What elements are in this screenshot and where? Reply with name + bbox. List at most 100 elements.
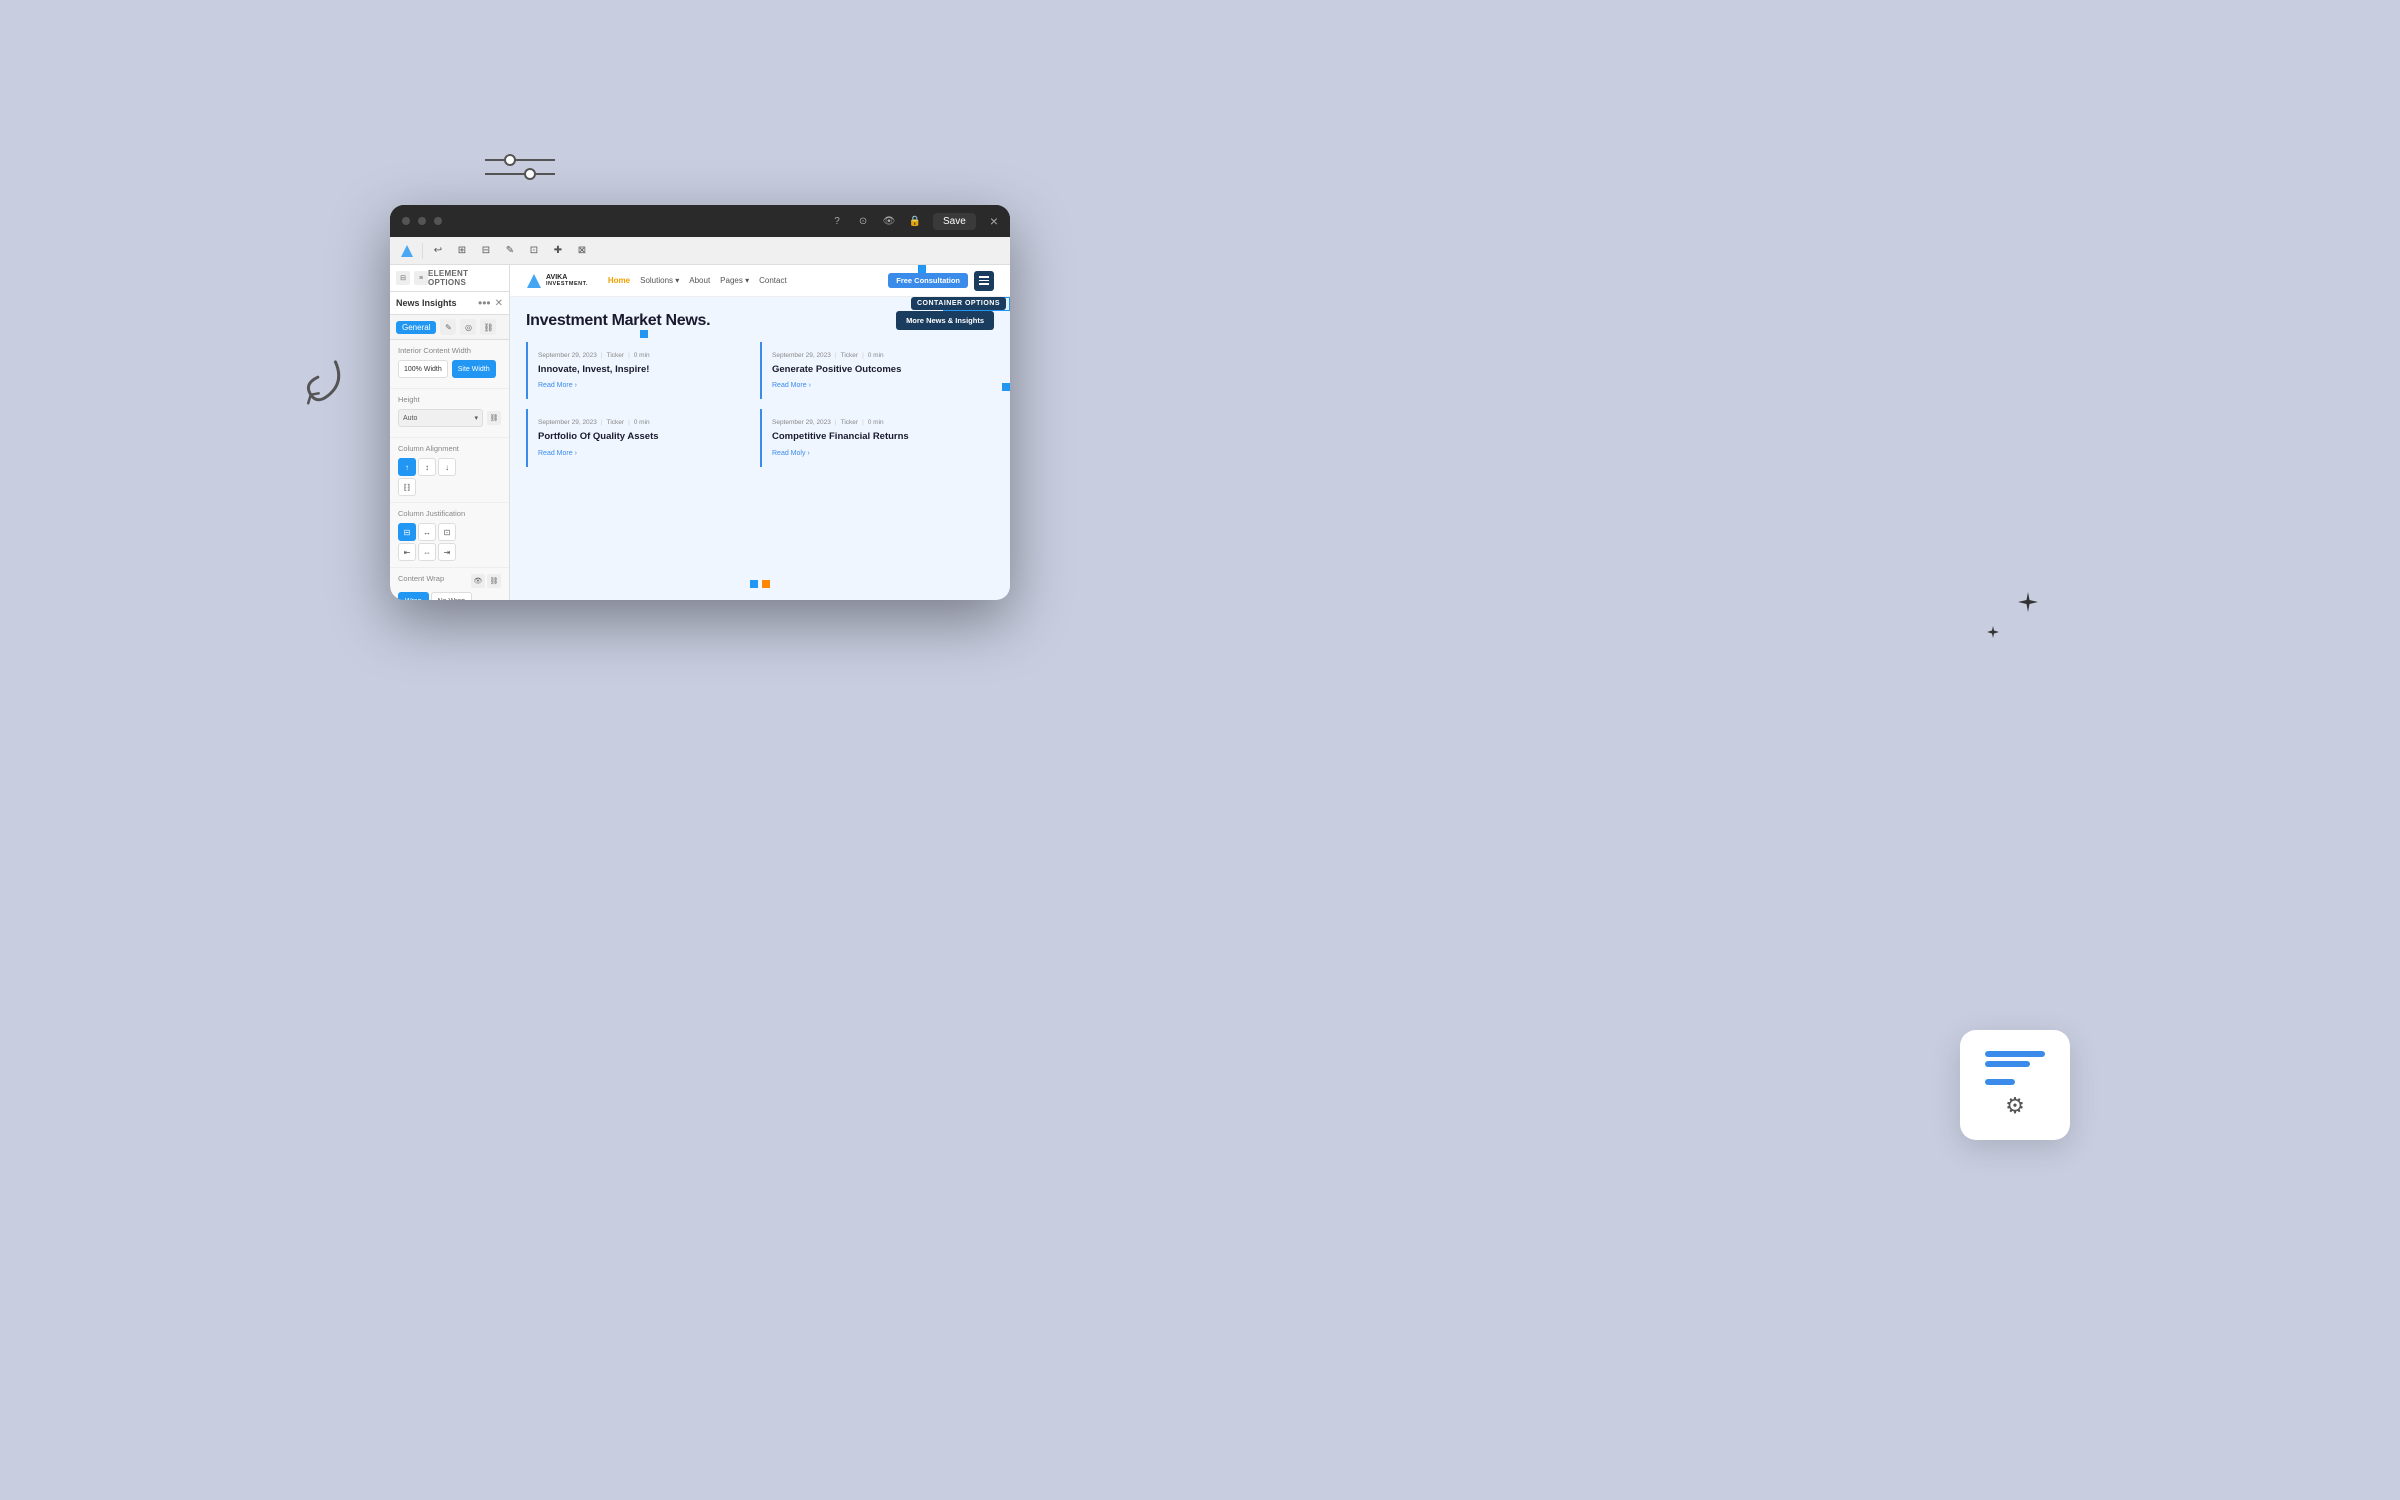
card-line-3 bbox=[1985, 1079, 2015, 1085]
option-100-width[interactable]: 100% Width bbox=[398, 360, 448, 378]
column-alignment-section: Column Alignment ↑ ↕ ↓ ⁅⁆ bbox=[390, 438, 509, 503]
lock-icon[interactable]: 🔒 bbox=[907, 213, 923, 229]
site-logo: AVIKA INVESTMENT. bbox=[526, 273, 588, 289]
edit-handle-news-tl bbox=[640, 330, 648, 338]
hamburger-line-3 bbox=[979, 283, 989, 285]
column-alignment-label: Column Alignment bbox=[398, 444, 501, 453]
option-site-width[interactable]: Site Width bbox=[452, 360, 496, 378]
bottom-handles bbox=[750, 580, 770, 588]
preview-icon[interactable]: ⊙ bbox=[855, 213, 871, 229]
news-section: Investment Market News. More News & Insi… bbox=[510, 297, 1010, 600]
justify-center-btn[interactable]: ↔ bbox=[418, 523, 436, 541]
browser-window: ? ⊙ 👁 🔒 Save × ↩ ⊞ ⊟ ✎ ⊡ ✚ ⊠ ⊟ bbox=[390, 205, 1010, 600]
add-icon[interactable]: ✚ bbox=[549, 242, 567, 260]
tab-style-icon[interactable]: ✎ bbox=[440, 319, 456, 335]
read-more-link-1[interactable]: Read More › bbox=[538, 382, 746, 389]
align-top-btn[interactable]: ↑ bbox=[398, 458, 416, 476]
nav-about[interactable]: About bbox=[689, 276, 710, 285]
container-options-tooltip: CONTAINER Options bbox=[911, 297, 1006, 310]
wrap-link-icon[interactable]: ⛓ bbox=[487, 574, 501, 588]
interior-width-label: Interior Content Width bbox=[398, 346, 501, 355]
news-main-title: Investment Market News. bbox=[526, 312, 710, 330]
height-section: Height Auto ▾ ⛓ bbox=[390, 389, 509, 438]
news-insights-header: News Insights ••• ✕ bbox=[390, 292, 509, 315]
panel-tabs: General ✎ ◎ ⛓ bbox=[390, 315, 509, 340]
browser-toolbar-icons: ? ⊙ 👁 🔒 Save × bbox=[829, 213, 998, 230]
tab-link-icon[interactable]: ⛓ bbox=[480, 319, 496, 335]
nav-solutions[interactable]: Solutions ▾ bbox=[640, 276, 679, 285]
lp-grid-icon[interactable]: ⊟ bbox=[396, 271, 410, 285]
news-meta-3: September 29, 2023 | Ticker | 0 min bbox=[538, 419, 746, 426]
news-insights-title: News Insights bbox=[396, 298, 457, 308]
no-wrap-btn[interactable]: No Wrap bbox=[431, 592, 473, 600]
wrap-btn[interactable]: Wrap bbox=[398, 592, 429, 600]
tab-responsive-icon[interactable]: ◎ bbox=[460, 319, 476, 335]
help-icon[interactable]: ? bbox=[829, 213, 845, 229]
read-more-link-4[interactable]: Read Moly › bbox=[772, 450, 980, 457]
edit-icon[interactable]: ✎ bbox=[501, 242, 519, 260]
site-nav-links: Home Solutions ▾ About Pages ▾ Contact bbox=[608, 276, 787, 285]
site-nav: AVIKA INVESTMENT. Home Solutions ▾ About… bbox=[510, 265, 1010, 297]
news-item-title-1: Innovate, Invest, Inspire! bbox=[538, 364, 746, 376]
column-justification-section: Column Justification ⊟ ↔ ⊡ ⇤ ⇔ ⇥ bbox=[390, 503, 509, 568]
hamburger-line-2 bbox=[979, 280, 989, 282]
height-link-icon[interactable]: ⛓ bbox=[487, 411, 501, 425]
news-meta-1: September 29, 2023 | Ticker | 0 min bbox=[538, 352, 746, 359]
save-button[interactable]: Save bbox=[933, 213, 976, 230]
news-meta-2: September 29, 2023 | Ticker | 0 min bbox=[772, 352, 980, 359]
browser-dot-2 bbox=[418, 217, 426, 225]
layout-icon[interactable]: ⊡ bbox=[525, 242, 543, 260]
justify-start-btn[interactable]: ⊟ bbox=[398, 523, 416, 541]
justify-space-between-btn[interactable]: ⇔ bbox=[418, 543, 436, 561]
justify-end-btn[interactable]: ⊡ bbox=[438, 523, 456, 541]
element-options-label: Element Options bbox=[428, 269, 503, 287]
news-item-1: September 29, 2023 | Ticker | 0 min Inno… bbox=[526, 342, 760, 399]
undo-icon[interactable]: ↩ bbox=[429, 242, 447, 260]
height-select[interactable]: Auto ▾ bbox=[398, 409, 483, 427]
more-icon[interactable]: ⊠ bbox=[573, 242, 591, 260]
star-small-decoration bbox=[1986, 625, 2000, 639]
read-more-link-3[interactable]: Read More › bbox=[538, 450, 746, 457]
bottom-handle-orange bbox=[762, 580, 770, 588]
news-insights-actions: ••• ✕ bbox=[478, 296, 503, 310]
read-more-link-2[interactable]: Read More › bbox=[772, 382, 980, 389]
align-stretch-btn[interactable]: ⁅⁆ bbox=[398, 478, 416, 496]
close-button[interactable]: × bbox=[990, 213, 998, 229]
lp-list-icon[interactable]: ≡ bbox=[414, 271, 428, 285]
avika-logo-icon[interactable] bbox=[398, 242, 416, 260]
site-nav-cta: Free Consultation bbox=[888, 271, 994, 291]
settings-icon[interactable]: ⊟ bbox=[477, 242, 495, 260]
eye-icon[interactable]: 👁 bbox=[881, 213, 897, 229]
builder-main: ⊟ ≡ Element Options News Insights ••• ✕ … bbox=[390, 265, 1010, 600]
curl-decoration bbox=[284, 350, 355, 428]
nav-home[interactable]: Home bbox=[608, 276, 630, 285]
hamburger-menu[interactable] bbox=[974, 271, 994, 291]
edit-handle-nav-top bbox=[918, 265, 926, 273]
align-center-btn[interactable]: ↕ bbox=[418, 458, 436, 476]
align-bottom-btn[interactable]: ↓ bbox=[438, 458, 456, 476]
interior-content-width-section: Interior Content Width 100% Width Site W… bbox=[390, 340, 509, 389]
browser-dot-1 bbox=[402, 217, 410, 225]
news-item-2: September 29, 2023 | Ticker | 0 min Gene… bbox=[760, 342, 994, 399]
news-meta-4: September 29, 2023 | Ticker | 0 min bbox=[772, 419, 980, 426]
left-panel: ⊟ ≡ Element Options News Insights ••• ✕ … bbox=[390, 265, 510, 600]
nav-contact[interactable]: Contact bbox=[759, 276, 787, 285]
justify-space-start-btn[interactable]: ⇤ bbox=[398, 543, 416, 561]
edit-handle-right bbox=[1002, 383, 1010, 391]
column-alignment-row2: ⁅⁆ bbox=[398, 478, 501, 496]
height-row: Auto ▾ ⛓ bbox=[398, 409, 501, 427]
nav-pages[interactable]: Pages ▾ bbox=[720, 276, 749, 285]
col-justify-row1: ⊟ ↔ ⊡ bbox=[398, 523, 501, 541]
card-lines bbox=[1985, 1051, 2045, 1085]
history-icon[interactable]: ⊞ bbox=[453, 242, 471, 260]
more-news-button[interactable]: More News & Insights bbox=[896, 311, 994, 330]
floating-settings-card: ⚙ bbox=[1960, 1030, 2070, 1140]
sliders-decoration bbox=[485, 152, 555, 185]
wrap-eye-icon[interactable]: 👁 bbox=[471, 574, 485, 588]
justify-space-end-btn[interactable]: ⇥ bbox=[438, 543, 456, 561]
tab-general[interactable]: General bbox=[396, 321, 436, 334]
hamburger-line-1 bbox=[979, 276, 989, 278]
free-consultation-button[interactable]: Free Consultation bbox=[888, 273, 968, 288]
panel-close-icon[interactable]: ✕ bbox=[495, 298, 503, 309]
panel-dots-menu[interactable]: ••• bbox=[478, 296, 491, 310]
